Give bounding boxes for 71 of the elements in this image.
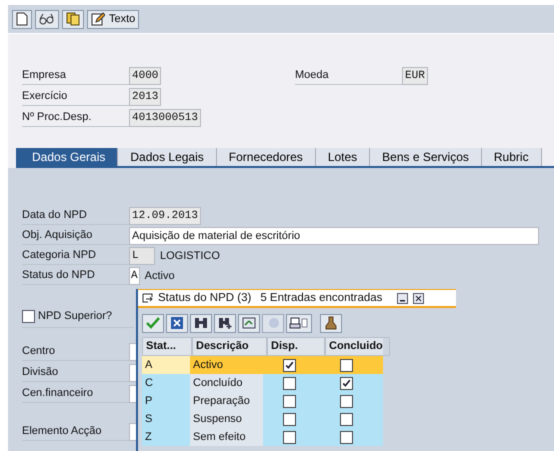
window-icon: [142, 293, 153, 303]
input-field[interactable]: 4000: [129, 66, 162, 84]
table-row[interactable]: C Concluído: [142, 374, 383, 392]
binoculars-plus-icon: [218, 317, 232, 329]
column-header[interactable]: Disp.: [267, 337, 325, 356]
tab[interactable]: Dados Gerais: [16, 148, 118, 166]
input-field[interactable]: L: [129, 246, 155, 264]
column-header[interactable]: Descrição: [192, 337, 267, 356]
weight-icon: [324, 316, 338, 330]
checkmark-icon: [146, 317, 160, 329]
copy-icon: [66, 12, 80, 26]
column-header[interactable]: Stat...: [142, 337, 192, 356]
tab[interactable]: Fornecedores: [216, 148, 316, 166]
table-cell: A: [142, 356, 190, 374]
find-button[interactable]: [190, 314, 212, 332]
checkbox[interactable]: [283, 394, 296, 408]
input-field[interactable]: 12.09.2013: [129, 206, 202, 224]
checkbox[interactable]: [22, 310, 35, 322]
field-description: Activo: [144, 270, 175, 282]
column-header[interactable]: Concluido: [325, 337, 390, 356]
dialog-subtitle: 5 Entradas encontradas: [260, 292, 382, 304]
binoculars-icon: [194, 317, 208, 329]
toolbar-button[interactable]: [62, 10, 84, 28]
cancel-icon: [170, 317, 184, 329]
input-field[interactable]: 4013000513: [129, 108, 202, 126]
minimize-button[interactable]: [397, 292, 408, 304]
confirm-button[interactable]: [142, 314, 164, 332]
checkbox[interactable]: [340, 358, 352, 372]
cancel-button[interactable]: [166, 314, 188, 332]
find-next-button[interactable]: [214, 314, 236, 332]
tab[interactable]: Rubric: [482, 148, 542, 166]
table-cell: Concluído: [190, 374, 263, 392]
checkbox[interactable]: [340, 412, 352, 426]
table-row[interactable]: A Activo: [142, 356, 383, 374]
table-row[interactable]: P Preparação: [142, 392, 383, 410]
checkbox-label: NPD Superior?: [38, 310, 112, 322]
checkbox[interactable]: [340, 376, 352, 390]
field-description: LOGISTICO: [160, 250, 220, 262]
checkbox[interactable]: [283, 412, 296, 426]
checkbox[interactable]: [340, 430, 352, 444]
pencil-icon: [91, 12, 105, 26]
input-field[interactable]: A: [129, 266, 140, 284]
close-icon: [415, 294, 422, 302]
document-icon: [16, 12, 28, 26]
checkbox[interactable]: [283, 376, 296, 390]
tab[interactable]: Bens e Serviços: [370, 148, 482, 166]
input-field[interactable]: 2013: [129, 88, 162, 106]
input-field[interactable]: Aquisição de material de escritório: [129, 226, 539, 244]
filter-button[interactable]: [320, 314, 342, 332]
table-row[interactable]: S Suspenso: [142, 410, 383, 428]
table-cell: Suspenso: [190, 410, 263, 428]
tab[interactable]: Lotes: [316, 148, 370, 166]
close-button[interactable]: [413, 292, 424, 304]
checkbox[interactable]: [283, 430, 296, 444]
printer-icon: [289, 317, 309, 329]
checkbox[interactable]: [340, 394, 352, 408]
print-button[interactable]: [286, 314, 312, 332]
checkbox[interactable]: [283, 358, 296, 372]
help-icon: [266, 317, 280, 329]
table-row[interactable]: Z Sem efeito: [142, 428, 383, 446]
input-field[interactable]: EUR: [402, 66, 428, 84]
export-button[interactable]: [238, 314, 260, 332]
toolbar-button[interactable]: [35, 10, 59, 28]
text-button[interactable]: Texto: [87, 10, 140, 28]
table-cell: Preparação: [190, 392, 263, 410]
export-icon: [242, 317, 256, 329]
tab[interactable]: Dados Legais: [118, 148, 217, 166]
dialog-title: Status do NPD (3): [158, 292, 252, 304]
toolbar-button[interactable]: [12, 10, 32, 28]
table-cell: Sem efeito: [190, 428, 263, 446]
glasses-icon: [39, 13, 55, 25]
